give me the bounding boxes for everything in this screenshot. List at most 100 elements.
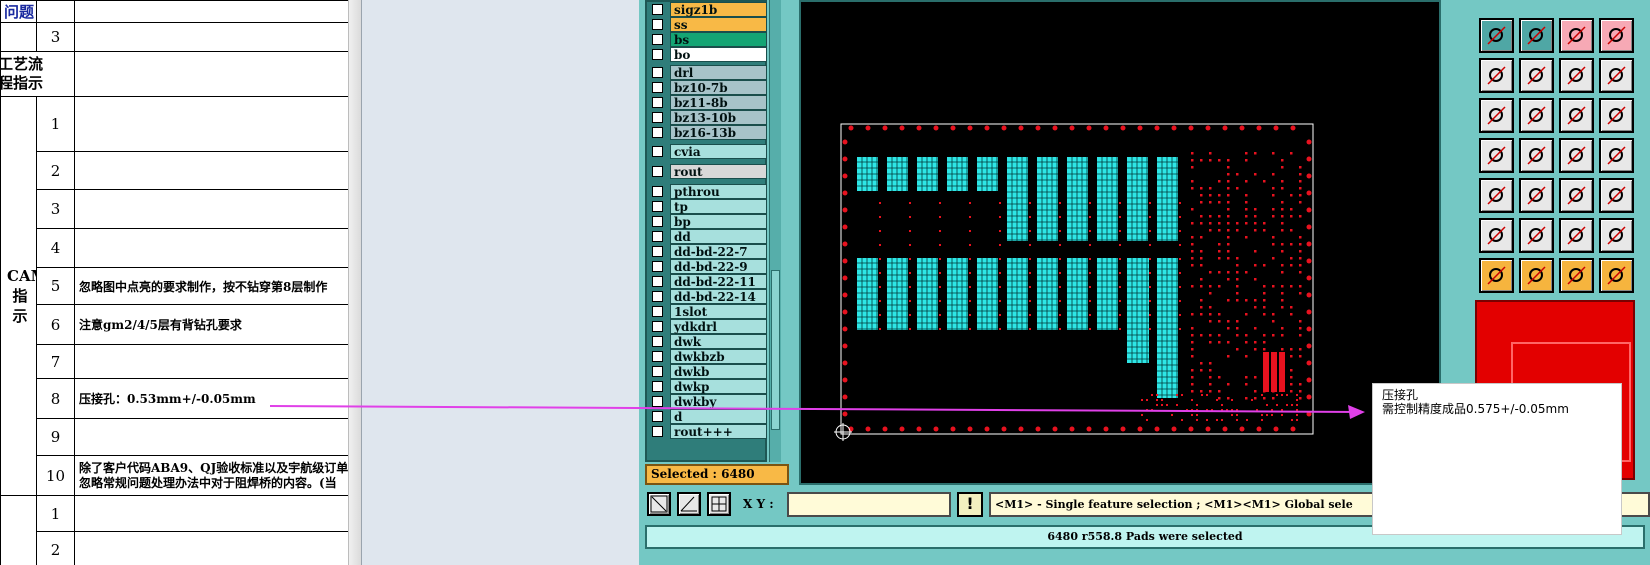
arc-draw-button[interactable] [1559, 138, 1594, 173]
layer-row[interactable]: sigz1b [649, 2, 767, 17]
group-button[interactable] [1479, 178, 1514, 213]
pad-add-button[interactable] [1479, 58, 1514, 93]
scroll-thumb[interactable] [771, 270, 780, 430]
layer-row[interactable]: dwk [649, 334, 767, 349]
layer-checkbox[interactable] [652, 216, 663, 227]
layer-name[interactable]: dd-bd-22-14 [670, 289, 767, 304]
layer-name[interactable]: dd [670, 229, 767, 244]
layer-name[interactable]: bz11-8b [670, 95, 767, 110]
select-box-button[interactable] [1519, 258, 1554, 293]
cell-text[interactable] [75, 152, 361, 190]
layer-list-scrollbar[interactable] [769, 0, 781, 462]
layer-checkbox[interactable] [652, 351, 663, 362]
layer-name[interactable]: bz10-7b [670, 80, 767, 95]
layer-row[interactable]: bz10-7b [649, 80, 767, 95]
layer-row[interactable]: bz11-8b [649, 95, 767, 110]
layer-row[interactable]: rout [649, 164, 767, 179]
layer-align-button[interactable] [1479, 18, 1514, 53]
layer-checkbox[interactable] [652, 127, 663, 138]
layer-checkbox[interactable] [652, 67, 663, 78]
layer-name[interactable]: dwk [670, 334, 767, 349]
layer-name[interactable]: rout [670, 164, 767, 179]
cell-text[interactable] [75, 97, 361, 152]
layer-name[interactable]: dd-bd-22-11 [670, 274, 767, 289]
cell-text[interactable] [75, 23, 361, 52]
layer-row[interactable]: dd-bd-22-7 [649, 244, 767, 259]
select-net-button[interactable] [1599, 258, 1634, 293]
layer-checkbox[interactable] [652, 19, 663, 30]
route-node-button[interactable] [1479, 98, 1514, 133]
layer-row[interactable]: dd-bd-22-11 [649, 274, 767, 289]
netlist-button[interactable] [1559, 18, 1594, 53]
ruler-button[interactable] [1559, 58, 1594, 93]
layer-name[interactable]: ss [670, 17, 767, 32]
layer-checkbox[interactable] [652, 201, 663, 212]
layer-row[interactable]: tp [649, 199, 767, 214]
layer-row[interactable]: bz13-10b [649, 110, 767, 125]
cell-text[interactable]: 压接孔：0.53mm+/-0.05mm [75, 379, 361, 419]
cell-text[interactable] [75, 532, 361, 565]
xy-input[interactable] [787, 492, 951, 517]
layer-name[interactable]: cvia [670, 144, 767, 159]
layer-checkbox[interactable] [652, 336, 663, 347]
layer-name[interactable]: dd-bd-22-7 [670, 244, 767, 259]
layer-row[interactable]: bo [649, 47, 767, 62]
layer-checkbox[interactable] [652, 166, 663, 177]
layer-name[interactable]: dwkp [670, 379, 767, 394]
layer-checkbox[interactable] [652, 82, 663, 93]
cell-text[interactable] [75, 229, 361, 268]
layer-name[interactable]: d [670, 409, 767, 424]
layer-row[interactable]: cvia [649, 144, 767, 159]
junction-button[interactable] [1519, 98, 1554, 133]
layer-checkbox[interactable] [652, 231, 663, 242]
pin-select-button[interactable] [1519, 18, 1554, 53]
layer-checkbox[interactable] [652, 246, 663, 257]
circle-pad-button[interactable] [1599, 58, 1634, 93]
layer-name[interactable]: rout+++ [670, 424, 767, 439]
layer-name[interactable]: sigz1b [670, 2, 767, 17]
triangle-up-button[interactable] [1519, 218, 1554, 253]
layer-row[interactable]: bz16-13b [649, 125, 767, 140]
layer-name[interactable]: pthrou [670, 184, 767, 199]
layer-checkbox[interactable] [652, 321, 663, 332]
layer-row[interactable]: rout+++ [649, 424, 767, 439]
layer-checkbox[interactable] [652, 49, 663, 60]
layer-checkbox[interactable] [652, 4, 663, 15]
snap-circles-button[interactable] [1599, 178, 1634, 213]
select-circle-button[interactable] [1559, 258, 1594, 293]
cell-text-multiline[interactable]: 除了客户代码ABA9、QJ验收标准以及宇航级订单 忽略常规问题处理办法中对于阻焊… [75, 456, 361, 496]
cell-text[interactable] [75, 419, 361, 456]
layer-row[interactable]: dwkb [649, 364, 767, 379]
layer-row[interactable]: 1slot [649, 304, 767, 319]
layer-row[interactable]: dd-bd-22-14 [649, 289, 767, 304]
cell-text[interactable]: 注意gm2/4/5层有背钻孔要求 [75, 305, 361, 345]
layer-name[interactable]: drl [670, 65, 767, 80]
cell-text[interactable] [75, 496, 361, 532]
layer-row[interactable]: dd-bd-22-9 [649, 259, 767, 274]
layer-name[interactable]: 1slot [670, 304, 767, 319]
cell-text[interactable] [75, 345, 361, 379]
extend-line-button[interactable] [1599, 98, 1634, 133]
layer-name[interactable]: tp [670, 199, 767, 214]
layer-name[interactable]: bs [670, 32, 767, 47]
layer-name[interactable]: bo [670, 47, 767, 62]
layer-checkbox[interactable] [652, 381, 663, 392]
measure-button[interactable] [677, 492, 701, 516]
layer-checkbox[interactable] [652, 186, 663, 197]
layer-row[interactable]: bs [649, 32, 767, 47]
zoom-area-button[interactable] [647, 492, 671, 516]
layer-row[interactable]: dwkby [649, 394, 767, 409]
layer-row[interactable]: pthrou [649, 184, 767, 199]
layer-row[interactable]: d [649, 409, 767, 424]
layer-row[interactable]: dwkbzb [649, 349, 767, 364]
move-point-button[interactable] [1559, 98, 1594, 133]
layer-name[interactable]: dwkb [670, 364, 767, 379]
layer-name[interactable]: bp [670, 214, 767, 229]
pen-draw-button[interactable] [1519, 138, 1554, 173]
layer-name[interactable]: bz16-13b [670, 125, 767, 140]
measure-span-button[interactable] [1559, 178, 1594, 213]
layer-row[interactable]: drl [649, 65, 767, 80]
layer-checkbox[interactable] [652, 276, 663, 287]
layer-checkbox[interactable] [652, 366, 663, 377]
layer-row[interactable]: dwkp [649, 379, 767, 394]
